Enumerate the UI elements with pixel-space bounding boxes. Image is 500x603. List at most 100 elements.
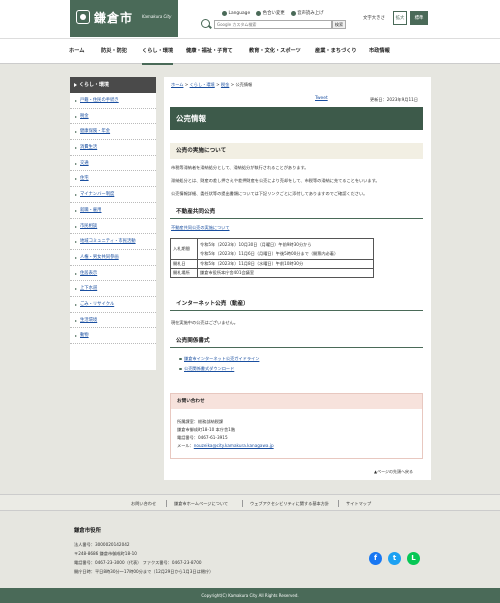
section-heading-real-estate: 不動産共同公売 [170, 205, 423, 219]
contact-heading: お問い合わせ [171, 394, 422, 409]
guideline-link[interactable]: 鎌倉市インターネット公売ガイドライン [178, 356, 259, 362]
nav-education-culture[interactable]: 教育・文化・スポーツ [249, 39, 301, 65]
contact-phone: 電話番号：0467-61-3915 [177, 435, 228, 440]
breadcrumb-current: 公売情報 [235, 82, 253, 87]
contact-address: 鎌倉市御成町18-10 本庁舎1階 [177, 427, 236, 432]
sidebar-item[interactable]: 動物 [70, 328, 156, 344]
city-emblem-icon [76, 10, 90, 24]
sidebar-item[interactable]: マイナンバー制度 [70, 187, 156, 203]
page-top-label: ページの先頭へ戻る [377, 469, 413, 474]
sidebar-item[interactable]: 住居表示 [70, 266, 156, 282]
footer-line: 〒248-8686 鎌倉市御成町18-10 [74, 551, 137, 556]
sidebar-item[interactable]: 人権・男女共同参画 [70, 250, 156, 266]
forms-download-link[interactable]: 公売関係書式ダウンロード [178, 366, 234, 372]
site-logo[interactable]: 鎌倉市 Kamakura City [70, 0, 178, 37]
color-change-link[interactable]: 色合い変更 [256, 10, 285, 16]
footer-line: 法人番号：3000020142042 [74, 542, 130, 547]
nav-disaster-prevention[interactable]: 防災・防犯 [101, 39, 127, 65]
paragraph: 市税等滞納者を滞納処分として、滞納処分が執行されることがあります。 [171, 165, 309, 170]
bid-period-start: 令和5年（2023年）10月30日（月曜日）午前9時30分から [200, 241, 312, 247]
nav-city-government[interactable]: 市政情報 [369, 39, 390, 65]
site-header: 鎌倉市 Kamakura City Language 色合い変更 音声読み上げ … [0, 0, 500, 38]
paragraph: 滞納処分とは、財産の差し押さえや差押財産を公売により売却をして、市税等の滞納に充… [171, 178, 380, 183]
auction-schedule-table: 入札期間 令和5年（2023年）10月30日（月曜日）午前9時30分から 令和5… [170, 238, 374, 278]
page-top-link[interactable]: ▲ページの先頭へ戻る [374, 469, 413, 475]
footer-divider [166, 500, 167, 507]
table-cell-key: 開札場所 [170, 268, 198, 278]
text-size-large-button[interactable]: 拡大 [393, 11, 407, 25]
sidebar-item[interactable]: 地域コミュニティ・市民活動 [70, 234, 156, 250]
sidebar: くらし・環境 戸籍・住民の手続き 税金 健康保険・年金 消費生活 交通 住宅 マ… [70, 77, 156, 370]
language-label: Language [228, 10, 251, 16]
section-heading-forms: 公売関係書式 [170, 334, 423, 348]
copyright: Copyright(C) Kamakura City All Rights Re… [0, 588, 500, 603]
sidebar-item[interactable]: 健康保険・年金 [70, 124, 156, 141]
table-cell-key: 入札期間 [170, 238, 198, 260]
twitter-icon[interactable]: t [388, 552, 401, 565]
search-input[interactable] [214, 20, 332, 29]
footer-line: 開庁日時：平日8時30分～17時00分まで（12月29日から1月3日は閉庁） [74, 569, 214, 574]
contact-mail-label: メール： [177, 443, 194, 448]
paragraph: 現在実施中の公売はございません。 [171, 320, 238, 325]
paragraph: 公売情報詳細、委任状等の提出書類については下記リンクごとに添付してありますのでご… [171, 191, 368, 196]
sidebar-item[interactable]: 消費生活 [70, 140, 156, 156]
breadcrumb-living[interactable]: くらし・環境 [190, 82, 215, 87]
table-cell-value: 令和5年（2023年）11月8日（水曜日）午前10時30分 [197, 259, 374, 269]
color-change-label: 色合い変更 [262, 11, 285, 16]
utility-links: Language 色合い変更 音声読み上げ [222, 10, 324, 16]
text-to-speech-label: 音声読み上げ [297, 11, 324, 16]
footer-link-sitemap[interactable]: サイトマップ [346, 495, 371, 512]
logo-subtitle: Kamakura City [142, 14, 172, 19]
footer-link-contact[interactable]: お問い合わせ [131, 495, 156, 512]
facebook-icon[interactable]: f [369, 552, 382, 565]
text-size-label: 文字大きさ [363, 16, 385, 21]
footer-info: 鎌倉市役所 法人番号：3000020142042 〒248-8686 鎌倉市御成… [0, 511, 500, 588]
nav-living-environment[interactable]: くらし・環境 [142, 39, 174, 65]
text-to-speech-link[interactable]: 音声読み上げ [290, 10, 324, 16]
sidebar-item[interactable]: 市民相談 [70, 219, 156, 235]
sidebar-item[interactable]: 交通 [70, 156, 156, 172]
page-title: 公売情報 [170, 107, 423, 130]
table-cell-key: 開札日 [170, 259, 198, 269]
global-nav: ホーム 防災・防犯 くらし・環境 健康・福祉・子育て 教育・文化・スポーツ 産業… [0, 38, 500, 65]
footer-line: 電話番号：0467-23-3000（代表） ファクス番号：0467-23-870… [74, 560, 202, 565]
sidebar-item[interactable]: 生活環境 [70, 313, 156, 329]
contact-mail: メール：nouzeika@city.kamakura.kanagawa.jp [177, 443, 274, 449]
nav-industry-town[interactable]: 産業・まちづくり [315, 39, 357, 65]
table-cell-value: 令和5年（2023年）10月30日（月曜日）午前9時30分から 令和5年（202… [197, 238, 374, 260]
updated-date: 更新日：2023年9月11日 [370, 97, 418, 102]
footer-divider [338, 500, 339, 507]
nav-health-welfare[interactable]: 健康・福祉・子育て [186, 39, 233, 65]
contact-box: お問い合わせ 所属課室：総務部納税課 鎌倉市御成町18-10 本庁舎1階 電話番… [170, 393, 423, 459]
footer-link-accessibility[interactable]: ウェブアクセシビリティに関する基本方針 [250, 495, 329, 512]
sidebar-item[interactable]: 戸籍・住民の手続き [70, 93, 156, 109]
sidebar-heading: くらし・環境 [70, 77, 156, 93]
nav-home[interactable]: ホーム [69, 39, 84, 65]
sidebar-item[interactable]: ごみ・リサイクル [70, 297, 156, 313]
sidebar-item[interactable]: 就職・雇用 [70, 203, 156, 219]
breadcrumb: ホーム > くらし・環境 > 税金 > 公売情報 [171, 82, 252, 88]
line-icon[interactable]: L [407, 552, 420, 565]
palette-icon [256, 10, 262, 16]
section-heading-internet-auction: インターネット公売（動産） [170, 297, 423, 311]
search-icon [201, 19, 210, 28]
sidebar-item[interactable]: 税金 [70, 109, 156, 125]
language-link[interactable]: Language [222, 10, 250, 16]
contact-mail-link[interactable]: nouzeika@city.kamakura.kanagawa.jp [194, 443, 274, 448]
table-row: 開札日 令和5年（2023年）11月8日（水曜日）午前10時30分 [170, 259, 374, 269]
speaker-icon [290, 10, 296, 16]
section-heading-auction-info: 公売の実施について [170, 143, 423, 159]
footer-link-about[interactable]: 鎌倉市ホームページについて [174, 495, 228, 512]
real-estate-auction-link[interactable]: 不動産共同公売の実施について [171, 225, 230, 231]
tweet-button[interactable]: Tweet [315, 96, 328, 101]
search-button[interactable]: 検索 [332, 20, 346, 29]
footer-office-name: 鎌倉市役所 [74, 528, 101, 534]
breadcrumb-home[interactable]: ホーム [171, 82, 183, 87]
sidebar-item[interactable]: 住宅 [70, 171, 156, 188]
text-size-standard-button[interactable]: 標準 [410, 11, 428, 25]
footer-links: お問い合わせ 鎌倉市ホームページについて ウェブアクセシビリティに関する基本方針… [0, 494, 500, 511]
logo-name: 鎌倉市 [94, 11, 134, 25]
bid-period-end: 令和5年（2023年）11月6日（月曜日）午後5時00分まで（開票内必着） [200, 250, 339, 256]
sidebar-item[interactable]: 上下水道 [70, 281, 156, 297]
globe-icon [222, 10, 227, 16]
